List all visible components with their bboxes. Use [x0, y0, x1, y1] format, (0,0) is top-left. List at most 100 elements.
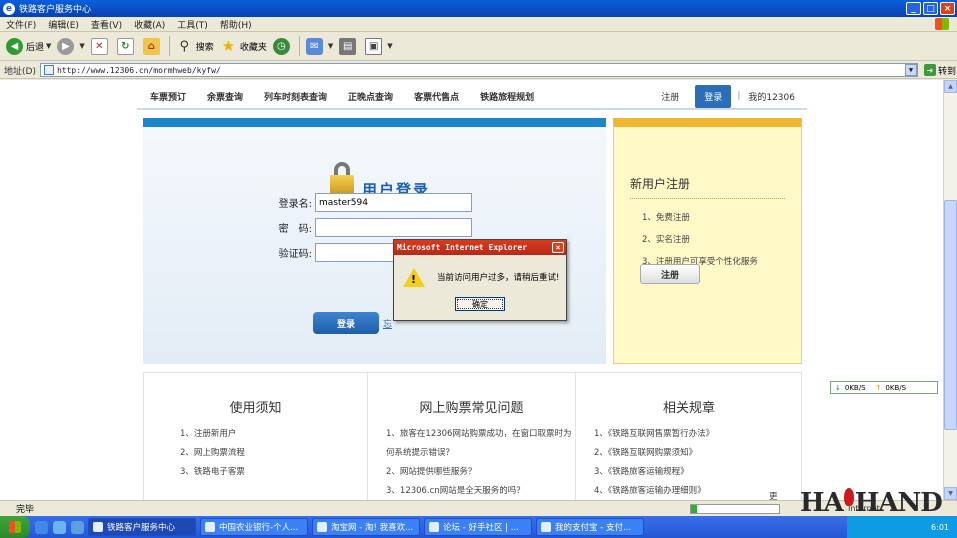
- dialog-title-bar: Microsoft Internet Explorer ×: [394, 240, 566, 255]
- list-item[interactable]: 2、网上购票流程: [180, 446, 245, 458]
- chevron-down-icon[interactable]: ▼: [46, 42, 51, 50]
- mail-button[interactable]: ✉ ▼: [305, 37, 333, 55]
- close-button[interactable]: ×: [940, 2, 955, 15]
- taskbar-item[interactable]: 中国农业银行-个人...: [200, 518, 308, 536]
- download-speed: 0KB/S: [844, 383, 866, 392]
- network-quicklaunch-icon[interactable]: [53, 520, 66, 534]
- list-item[interactable]: 3、铁路电子客票: [180, 465, 245, 477]
- search-icon: ⚲: [179, 38, 190, 54]
- edit-button[interactable]: ▣ ▼: [365, 37, 393, 55]
- menu-file[interactable]: 文件(F): [0, 18, 42, 31]
- menu-favorites[interactable]: 收藏(A): [128, 18, 171, 31]
- password-input[interactable]: [315, 218, 472, 237]
- nav-register-link[interactable]: 注册: [661, 90, 679, 103]
- nav-ticket-booking[interactable]: 车票预订: [150, 90, 186, 103]
- chevron-down-icon[interactable]: ▼: [328, 42, 333, 50]
- address-url: http://www.12306.cn/mormhweb/kyfw/: [56, 65, 221, 75]
- register-step: 1、免费注册: [642, 213, 690, 223]
- vertical-scrollbar[interactable]: ▲ ▼: [943, 80, 957, 500]
- faq-title: 网上购票常见问题: [419, 401, 524, 416]
- nav-agents[interactable]: 客票代售点: [414, 90, 459, 103]
- start-button[interactable]: [0, 516, 30, 538]
- desktop-quicklaunch-icon[interactable]: [71, 520, 84, 534]
- windows-logo-icon: [935, 18, 949, 30]
- search-button[interactable]: ⚲ 搜索: [176, 38, 214, 55]
- username-row: 登录名:: [260, 193, 472, 212]
- list-item[interactable]: 4、《铁路旅客运输办理细则》: [594, 484, 714, 496]
- address-input[interactable]: http://www.12306.cn/mormhweb/kyfw/ ▼: [39, 63, 918, 77]
- menu-view[interactable]: 查看(V): [85, 18, 128, 31]
- chevron-down-icon[interactable]: ▼: [79, 42, 84, 50]
- dialog-ok-button[interactable]: 确定: [455, 297, 505, 311]
- captcha-label: 验证码:: [278, 249, 312, 260]
- dialog-title: Microsoft Internet Explorer: [397, 243, 528, 252]
- minimize-button[interactable]: _: [906, 2, 921, 15]
- list-item[interactable]: 2、《铁路互联网购票须知》: [594, 446, 714, 458]
- nav-remaining-tickets[interactable]: 余票查询: [207, 90, 243, 103]
- list-item[interactable]: 何系统提示错误？: [386, 446, 571, 458]
- forward-button[interactable]: ▶ ▼: [57, 37, 85, 55]
- back-arrow-icon: ◀: [6, 37, 23, 55]
- maximize-button[interactable]: □: [923, 2, 938, 15]
- warning-icon: !: [403, 268, 425, 287]
- home-button[interactable]: ⌂: [142, 37, 163, 55]
- login-submit-button[interactable]: 登录: [313, 312, 379, 334]
- progress-bar: [690, 504, 780, 514]
- taskbar-item[interactable]: 论坛 - 好手社区 | ...: [424, 518, 532, 536]
- scroll-down-icon[interactable]: ▼: [944, 487, 957, 500]
- nav-login-button[interactable]: 登录: [695, 84, 732, 108]
- back-button[interactable]: ◀ 后退 ▼: [6, 37, 51, 55]
- list-item[interactable]: 3、12306.cn网站是全天服务的吗？: [386, 484, 571, 496]
- history-button[interactable]: ◷: [272, 37, 293, 55]
- username-label: 登录名:: [278, 199, 312, 210]
- go-label: 转到: [937, 66, 956, 77]
- refresh-icon: ↻: [116, 37, 134, 55]
- edit-page-icon: ▣: [365, 37, 383, 55]
- favorites-label: 收藏夹: [239, 42, 267, 53]
- address-bar: 地址(D) http://www.12306.cn/mormhweb/kyfw/…: [0, 62, 957, 79]
- username-input[interactable]: [315, 193, 472, 212]
- watermark-logo: HA HAND: [800, 488, 943, 518]
- list-item[interactable]: 3、《铁路旅客运输规程》: [594, 465, 714, 477]
- window-title: 铁路客户服务中心: [19, 5, 92, 15]
- nav-my-12306[interactable]: 我的12306: [748, 90, 795, 103]
- upload-speed: 0KB/S: [885, 383, 907, 392]
- page-icon: [43, 65, 54, 75]
- nav-trip-planning[interactable]: 铁路旅程规划: [480, 90, 534, 103]
- stop-button[interactable]: ✕: [90, 37, 111, 55]
- favorites-button[interactable]: ★ 收藏夹: [220, 37, 267, 55]
- register-button[interactable]: 注册: [640, 264, 700, 284]
- taskbar-item[interactable]: 铁路客户服务中心: [88, 518, 196, 536]
- scroll-up-icon[interactable]: ▲: [944, 80, 957, 93]
- print-button[interactable]: ▤: [339, 37, 359, 55]
- menu-bar: 文件(F) 编辑(E) 查看(V) 收藏(A) 工具(T) 帮助(H): [0, 17, 957, 32]
- scroll-thumb[interactable]: [944, 200, 957, 430]
- chevron-down-icon[interactable]: ▼: [904, 64, 917, 76]
- list-item[interactable]: 1、旅客在12306网站购票成功，在窗口取票时为: [386, 427, 571, 439]
- go-arrow-icon: ➜: [923, 64, 936, 76]
- menu-tools[interactable]: 工具(T): [171, 18, 214, 31]
- nav-delay-query[interactable]: 正晚点查询: [348, 90, 393, 103]
- menu-edit[interactable]: 编辑(E): [42, 18, 85, 31]
- notice-column: 使用须知 1、注册新用户 2、网上购票流程 3、铁路电子客票: [144, 373, 368, 500]
- chevron-down-icon[interactable]: ▼: [387, 42, 392, 50]
- nav-timetable[interactable]: 列车时刻表查询: [264, 90, 327, 103]
- notice-title: 使用须知: [229, 401, 282, 416]
- lock-icon: [330, 162, 354, 196]
- ie-quicklaunch-icon[interactable]: [35, 520, 48, 534]
- ie-icon: [93, 522, 103, 532]
- taskbar-item[interactable]: 淘宝网 - 淘! 我喜欢...: [312, 518, 420, 536]
- menu-help[interactable]: 帮助(H): [214, 18, 258, 31]
- taskbar-item[interactable]: 我的支付宝 - 支付...: [536, 518, 644, 536]
- list-item[interactable]: 2、网站提供哪些服务？: [386, 465, 571, 477]
- clock[interactable]: 6:01: [931, 523, 949, 532]
- rules-column: 相关规章 1、《铁路互联网售票暂行办法》 2、《铁路互联网购票须知》 3、《铁路…: [576, 373, 802, 500]
- list-item[interactable]: 1、注册新用户: [180, 427, 245, 439]
- list-item[interactable]: 1、《铁路互联网售票暂行办法》: [594, 427, 714, 439]
- history-icon: ◷: [272, 37, 290, 55]
- forgot-password-link[interactable]: 忘: [383, 317, 392, 330]
- ie-icon: e: [3, 2, 15, 15]
- dialog-close-button[interactable]: ×: [552, 242, 564, 253]
- go-button[interactable]: ➜ 转到: [923, 64, 956, 77]
- refresh-button[interactable]: ↻: [116, 37, 137, 55]
